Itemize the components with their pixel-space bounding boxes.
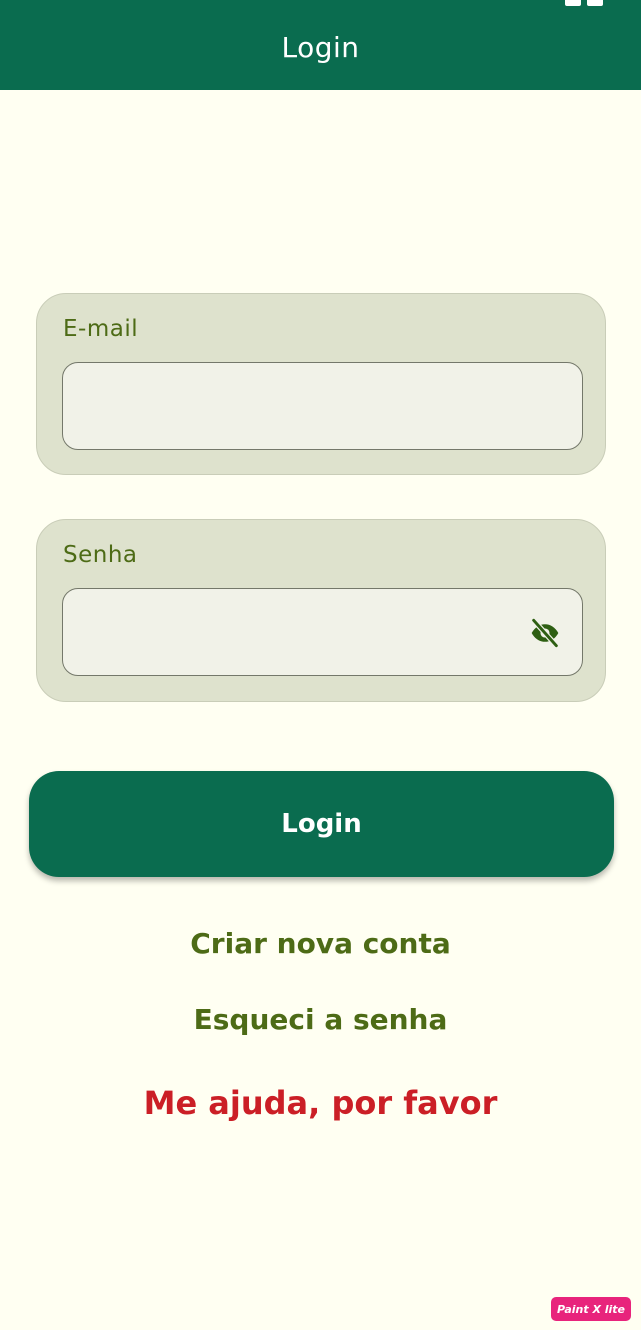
email-label: E-mail [63, 316, 139, 342]
status-icons [565, 0, 603, 6]
page-title: Login [281, 30, 360, 64]
signal-icon [565, 0, 581, 6]
battery-icon [587, 0, 603, 6]
watermark-logo: Paint X lite [551, 1297, 631, 1321]
password-label: Senha [63, 542, 138, 568]
login-button[interactable]: Login [29, 771, 614, 877]
password-card: Senha [36, 519, 606, 702]
password-field[interactable] [62, 588, 583, 676]
status-bar [0, 0, 641, 8]
email-field[interactable] [62, 362, 583, 450]
eye-off-svg [531, 617, 559, 649]
app-bar: Login [0, 8, 641, 90]
create-account-link[interactable]: Criar nova conta [0, 927, 641, 960]
eye-off-icon[interactable] [525, 615, 565, 651]
forgot-password-link[interactable]: Esqueci a senha [0, 1003, 641, 1036]
email-card: E-mail [36, 293, 606, 475]
help-link[interactable]: Me ajuda, por favor [0, 1084, 641, 1122]
